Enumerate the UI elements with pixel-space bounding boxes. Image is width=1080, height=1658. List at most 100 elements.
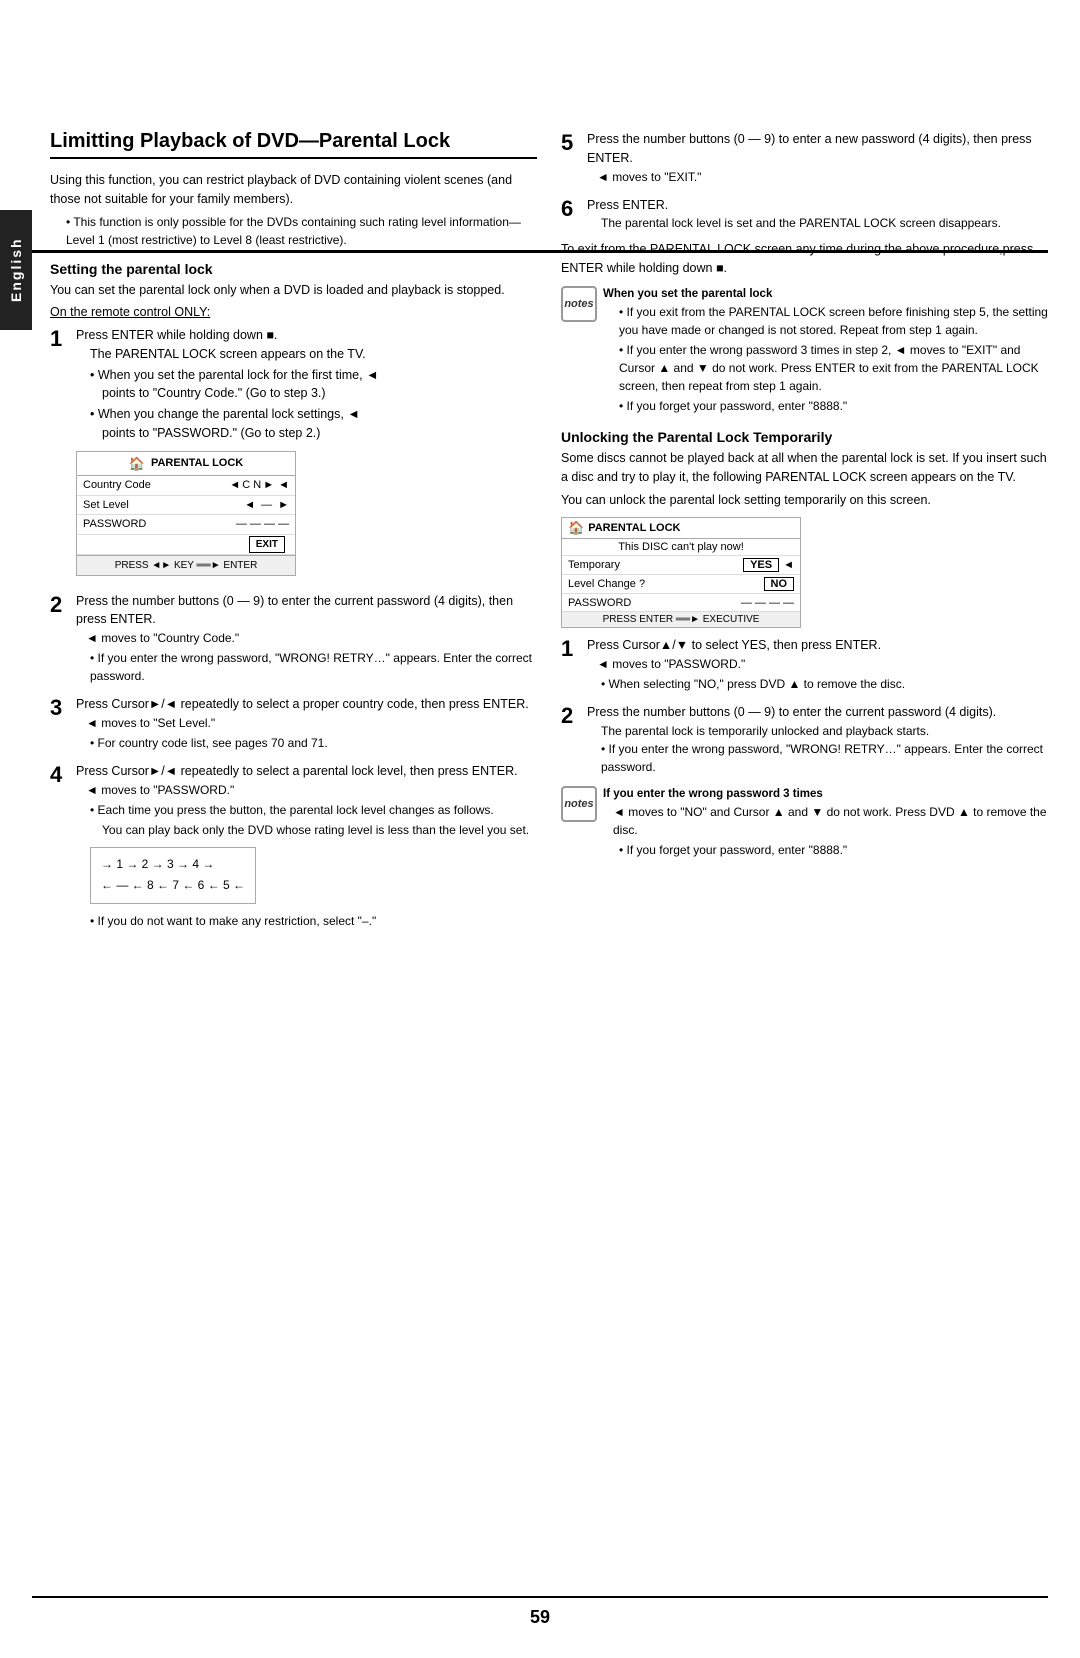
unlock-subtitle: This DISC can't play now!: [562, 539, 800, 556]
level-row-2-text: ← — ← 8 ← 7 ← 6 ← 5 ←: [101, 875, 245, 897]
set-level-label: Set Level: [83, 497, 244, 514]
unlock-step-2-bullet: If you enter the wrong password, "WRONG!…: [587, 740, 1048, 776]
arrow-left-icon2: ◄: [347, 407, 359, 421]
step-5: 5 Press the number buttons (0 — 9) to en…: [561, 130, 1048, 188]
step-4-number: 4: [50, 762, 72, 788]
lock-box-row-level: Set Level ◄ — ►: [77, 496, 295, 516]
notes-icon-2: notes: [561, 786, 597, 822]
level-change-label: Level Change ?: [568, 578, 764, 590]
temporary-value: YES: [743, 558, 779, 572]
left-arrow-icon: ◄: [229, 477, 240, 494]
step-4-content: Press Cursor►/◄ repeatedly to select a p…: [76, 762, 537, 932]
step-5-text: Press the number buttons (0 — 9) to ente…: [587, 132, 1032, 165]
lock-box-row-country: Country Code ◄ C N ► ◄: [77, 476, 295, 496]
arrow-left-indicator: ◄: [278, 477, 289, 494]
unlock-heading: Unlocking the Parental Lock Temporarily: [561, 429, 1048, 445]
unlock-password-label: PASSWORD: [568, 597, 741, 609]
country-code-value: ◄ C N ►: [229, 477, 274, 494]
notes1-bullet2: If you enter the wrong password 3 times …: [603, 341, 1048, 395]
notes-content-2: If you enter the wrong password 3 times …: [603, 786, 1048, 861]
step-1-content: Press ENTER while holding down ■. The PA…: [76, 326, 537, 584]
level-row-1: → 1 → 2 → 3 → 4 →: [101, 854, 245, 876]
notes1-heading: When you set the parental lock: [603, 286, 1048, 303]
unlock-body1: Some discs cannot be played back at all …: [561, 449, 1048, 487]
unlock-step-2-sub: The parental lock is temporarily unlocke…: [587, 722, 1048, 740]
notes-box-2: notes If you enter the wrong password 3 …: [561, 786, 1048, 861]
notes2-arrow: ◄ moves to "NO" and Cursor ▲ and ▼ do no…: [603, 803, 1048, 839]
step-6-content: Press ENTER. The parental lock level is …: [587, 196, 1048, 233]
unlock-step-1-content: Press Cursor▲/▼ to select YES, then pres…: [587, 636, 1048, 695]
notes-box-1: notes When you set the parental lock If …: [561, 286, 1048, 417]
step-2-arrow: ◄ moves to "Country Code.": [76, 629, 537, 647]
notes1-bullet3: If you forget your password, enter "8888…: [603, 397, 1048, 415]
unlock-footer-text: PRESS ENTER ══► EXECUTIVE: [603, 614, 760, 625]
unlock-arrow-1: ◄: [783, 559, 794, 571]
exit-button: EXIT: [249, 536, 285, 553]
step-1-bullet2b: points to "PASSWORD." (Go to step 2.): [76, 424, 537, 443]
step-2-number: 2: [50, 592, 72, 618]
step-6: 6 Press ENTER. The parental lock level i…: [561, 196, 1048, 233]
notes2-bullet: If you forget your password, enter "8888…: [603, 841, 1048, 859]
step-4-bullet2: If you do not want to make any restricti…: [76, 912, 537, 930]
english-tab: English: [0, 210, 32, 330]
step-3-text: Press Cursor►/◄ repeatedly to select a p…: [76, 697, 529, 711]
country-code-text: C N: [242, 477, 261, 494]
level-diagram: → 1 → 2 → 3 → 4 → ← — ← 8 ← 7 ← 6 ← 5 ←: [90, 847, 256, 904]
top-rule: [32, 250, 1048, 253]
unlock-step-1-arrow1: ◄ moves to "PASSWORD.": [587, 655, 1048, 673]
step-1-bullet1b: points to "Country Code." (Go to step 3.…: [76, 384, 537, 403]
step-3: 3 Press Cursor►/◄ repeatedly to select a…: [50, 695, 537, 754]
step-4-arrow: ◄ moves to "PASSWORD.": [76, 781, 537, 799]
step-4-sub: You can play back only the DVD whose rat…: [76, 821, 537, 839]
temporary-label: Temporary: [568, 559, 743, 571]
unlock-box: 🏠 PARENTAL LOCK This DISC can't play now…: [561, 517, 801, 628]
right-arrow-icon: ►: [263, 477, 274, 494]
level-row-2: ← — ← 8 ← 7 ← 6 ← 5 ←: [101, 875, 245, 897]
unlock-step-2-number: 2: [561, 703, 583, 729]
password-value: — — — —: [236, 516, 289, 533]
unlock-step-2-text: Press the number buttons (0 — 9) to ente…: [587, 705, 996, 719]
step-1-bullet2: • When you change the parental lock sett…: [76, 405, 537, 424]
step-6-text: Press ENTER.: [587, 198, 668, 212]
notes2-heading: If you enter the wrong password 3 times: [603, 786, 1048, 803]
unlock-step-1-bullet1: When selecting "NO," press DVD ▲ to remo…: [587, 675, 1048, 693]
unlock-step-2-content: Press the number buttons (0 — 9) to ente…: [587, 703, 1048, 778]
step-2-text: Press the number buttons (0 — 9) to ente…: [76, 594, 513, 627]
unlock-box-title-text: PARENTAL LOCK: [588, 522, 680, 534]
step-1: 1 Press ENTER while holding down ■. The …: [50, 326, 537, 584]
right-arrow-icon2: ►: [278, 497, 289, 514]
arrow-left-icon: ◄: [366, 368, 378, 382]
section1-heading: Setting the parental lock: [50, 261, 537, 277]
notes-icon-1: notes: [561, 286, 597, 322]
page-title: Limitting Playback of DVD—Parental Lock: [50, 130, 537, 159]
left-arrow-icon2: ◄: [244, 497, 255, 514]
step-1-text: Press ENTER while holding down: [76, 328, 263, 342]
page-number: 59: [530, 1607, 550, 1628]
sidebar-label: English: [8, 238, 24, 303]
section1-body: You can set the parental lock only when …: [50, 281, 537, 300]
step-2: 2 Press the number buttons (0 — 9) to en…: [50, 592, 537, 688]
step-3-bullet: For country code list, see pages 70 and …: [76, 734, 537, 752]
unlock-step-1: 1 Press Cursor▲/▼ to select YES, then pr…: [561, 636, 1048, 695]
unlock-step-1-text: Press Cursor▲/▼ to select YES, then pres…: [587, 638, 881, 652]
home-icon: 🏠: [129, 454, 145, 474]
step-4-bullet1: Each time you press the button, the pare…: [76, 801, 537, 819]
intro-text-1: Using this function, you can restrict pl…: [50, 171, 537, 209]
country-code-label: Country Code: [83, 477, 229, 494]
set-level-text: —: [257, 497, 276, 514]
step-4: 4 Press Cursor►/◄ repeatedly to select a…: [50, 762, 537, 932]
unlock-box-title: 🏠 PARENTAL LOCK: [562, 518, 800, 539]
stop-icon: ■.: [263, 328, 278, 342]
level-change-value: NO: [764, 577, 795, 591]
step-3-arrow: ◄ moves to "Set Level.": [76, 714, 537, 732]
step-3-number: 3: [50, 695, 72, 721]
step-2-content: Press the number buttons (0 — 9) to ente…: [76, 592, 537, 688]
lock-box-footer: PRESS ◄► KEY ══► ENTER: [77, 555, 295, 575]
step-1-bullet1-text: When you set the parental lock for the f…: [98, 368, 363, 382]
step-6-number: 6: [561, 196, 583, 222]
unlock-home-icon: 🏠: [568, 520, 584, 536]
unlock-row-level: Level Change ? NO: [562, 575, 800, 594]
step-2-bullet: If you enter the wrong password, "WRONG!…: [76, 649, 537, 685]
unlock-step-2: 2 Press the number buttons (0 — 9) to en…: [561, 703, 1048, 778]
level-row-1-text: → 1 → 2 → 3 → 4 →: [101, 854, 214, 876]
